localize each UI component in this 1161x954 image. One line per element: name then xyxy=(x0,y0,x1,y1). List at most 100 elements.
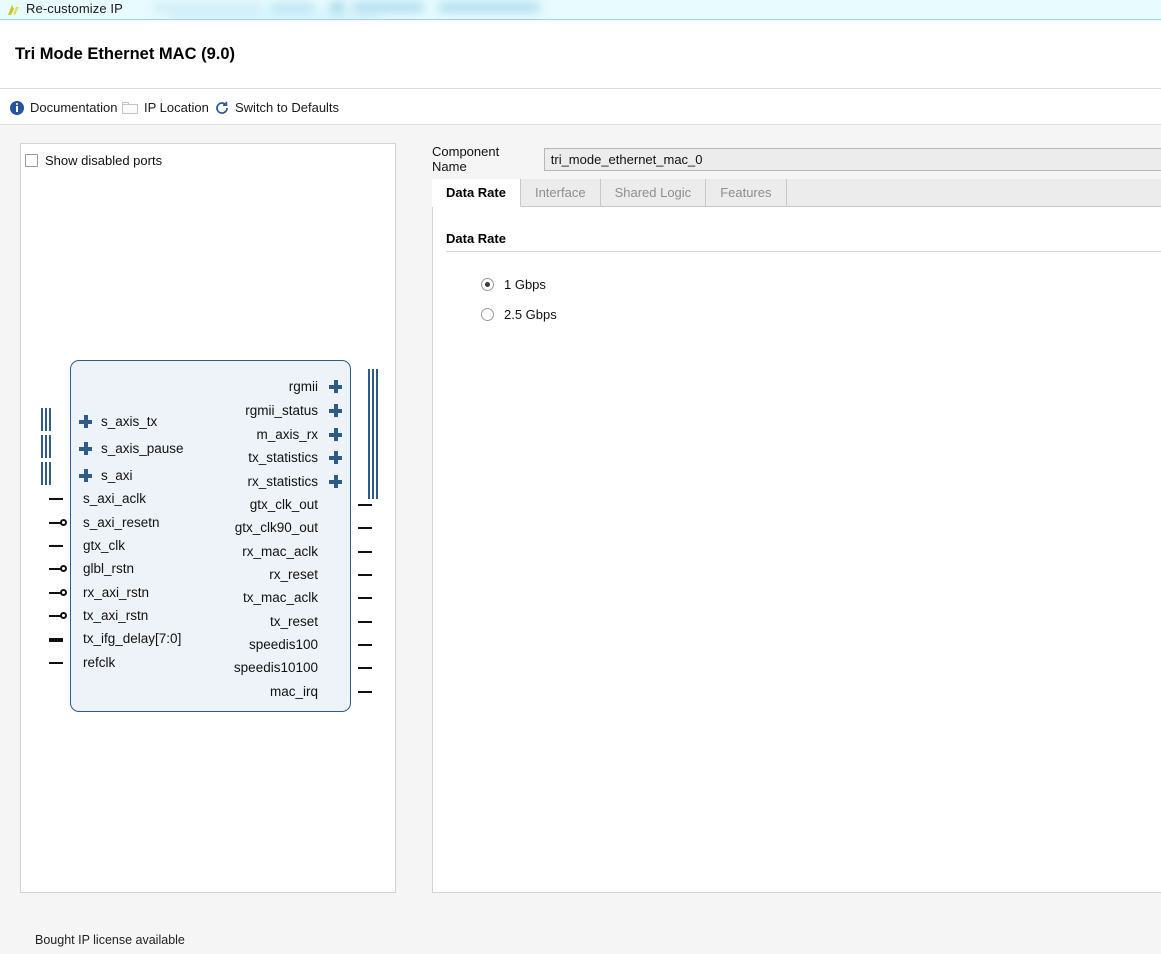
data-rate-tab-pane: Data Rate 1 Gbps 2.5 Gbps xyxy=(432,207,1161,893)
redacted-region xyxy=(168,14,380,19)
active-low-bubble-tx-axi-rstn xyxy=(60,611,67,619)
port-gtx-clk-out: gtx_clk_out xyxy=(249,497,318,512)
section-title-data-rate: Data Rate xyxy=(446,231,506,246)
ip-location-label: IP Location xyxy=(144,100,209,115)
radio-row-1gbps[interactable]: 1 Gbps xyxy=(481,277,546,292)
port-gtx-clk: gtx_clk xyxy=(83,538,126,553)
tab-data-rate[interactable]: Data Rate xyxy=(432,179,521,207)
documentation-button[interactable]: Documentation xyxy=(10,89,117,126)
show-disabled-ports-checkbox[interactable] xyxy=(25,154,38,167)
info-icon xyxy=(10,100,24,115)
radio-row-25gbps[interactable]: 2.5 Gbps xyxy=(481,307,557,322)
port-gtx-clk90-out: gtx_clk90_out xyxy=(234,520,318,535)
bus-connector-s-axis-tx[interactable] xyxy=(41,408,53,431)
port-glbl-rstn: glbl_rstn xyxy=(83,561,135,576)
port-rx-reset: rx_reset xyxy=(269,567,318,582)
port-s-axi: s_axi xyxy=(101,468,133,483)
component-name-label: Component Name xyxy=(432,144,500,174)
show-disabled-ports-label: Show disabled ports xyxy=(45,153,163,168)
window-title-text: Re-customize IP xyxy=(26,1,123,16)
radio-1gbps[interactable] xyxy=(481,278,494,291)
vivado-logo-icon xyxy=(6,2,22,18)
ip-symbol-panel: Show disabled ports s_axis_tx s_axis_pau… xyxy=(20,143,396,893)
port-mac-irq: mac_irq xyxy=(269,684,318,699)
tab-bar: Data Rate Interface Shared Logic Feature… xyxy=(432,179,1161,207)
port-tx-ifg-delay: tx_ifg_delay[7:0] xyxy=(83,631,182,646)
redacted-region xyxy=(438,2,540,13)
wire-speedis100 xyxy=(358,644,372,646)
toolbar: Documentation IP Location Switch to Defa… xyxy=(0,88,1161,125)
expand-m-axis-rx-icon[interactable] xyxy=(329,428,342,441)
port-refclk: refclk xyxy=(83,655,116,670)
active-low-bubble-s-axi-resetn xyxy=(60,518,67,526)
port-s-axi-resetn: s_axi_resetn xyxy=(83,515,160,530)
expand-rx-statistics-icon[interactable] xyxy=(329,475,342,488)
tab-shared-logic[interactable]: Shared Logic xyxy=(601,179,707,206)
component-name-input[interactable]: tri_mode_ethernet_mac_0 xyxy=(543,147,1161,171)
folder-icon xyxy=(122,101,138,114)
wire-refclk xyxy=(49,662,63,664)
ip-block-symbol: s_axis_tx s_axis_pause s_axi s_axi_aclk … xyxy=(41,360,380,712)
switch-to-defaults-button[interactable]: Switch to Defaults xyxy=(215,89,339,126)
port-s-axis-tx: s_axis_tx xyxy=(101,414,158,429)
port-rgmii: rgmii xyxy=(288,379,318,394)
redacted-region xyxy=(270,3,315,13)
redacted-region xyxy=(352,2,424,13)
wire-rx-reset xyxy=(358,574,372,576)
wire-gtx-clk-out xyxy=(358,504,372,506)
page-title: Tri Mode Ethernet MAC (9.0) xyxy=(15,45,236,63)
redacted-region xyxy=(330,1,344,14)
tab-interface[interactable]: Interface xyxy=(521,179,601,206)
bus-connector-rx-statistics[interactable] xyxy=(368,473,380,499)
port-speedis100: speedis100 xyxy=(248,637,318,652)
wire-tx-ifg-delay xyxy=(49,638,63,642)
bus-connector-rgmii-status[interactable] xyxy=(368,395,380,421)
wire-gtx-clk90-out xyxy=(358,527,372,529)
port-s-axi-aclk: s_axi_aclk xyxy=(83,491,147,506)
wire-gtx-clk xyxy=(49,545,63,547)
port-rgmii-status: rgmii_status xyxy=(245,403,318,418)
wire-s-axi-aclk xyxy=(49,498,63,500)
port-s-axis-pause: s_axis_pause xyxy=(101,441,184,456)
wire-speedis10100 xyxy=(358,667,372,669)
tab-features[interactable]: Features xyxy=(706,179,787,206)
bus-connector-s-axis-pause[interactable] xyxy=(41,435,53,458)
bus-connector-s-axi[interactable] xyxy=(41,462,53,485)
bus-connector-rgmii[interactable] xyxy=(368,369,380,395)
ip-location-button[interactable]: IP Location xyxy=(122,89,209,126)
port-tx-axi-rstn: tx_axi_rstn xyxy=(83,608,149,623)
port-rx-statistics: rx_statistics xyxy=(247,474,318,489)
port-speedis10100: speedis10100 xyxy=(233,660,318,675)
port-rx-mac-aclk: rx_mac_aclk xyxy=(242,544,318,559)
expand-rgmii-status-icon[interactable] xyxy=(329,404,342,417)
config-panel: Component Name tri_mode_ethernet_mac_0 D… xyxy=(432,143,1161,893)
section-divider xyxy=(446,251,1161,252)
bus-connector-tx-statistics[interactable] xyxy=(368,447,380,473)
redacted-region xyxy=(152,2,262,14)
switch-to-defaults-label: Switch to Defaults xyxy=(235,100,340,115)
wire-tx-reset xyxy=(358,621,372,623)
expand-s-axis-pause-icon[interactable] xyxy=(79,442,92,455)
show-disabled-ports-row[interactable]: Show disabled ports xyxy=(25,153,162,168)
license-status-text: Bought IP license available xyxy=(35,933,185,947)
expand-tx-statistics-icon[interactable] xyxy=(329,451,342,464)
wire-rx-mac-aclk xyxy=(358,551,372,553)
wire-tx-mac-aclk xyxy=(358,597,372,599)
documentation-label: Documentation xyxy=(30,100,118,115)
component-name-row: Component Name tri_mode_ethernet_mac_0 xyxy=(432,144,1161,174)
radio-25gbps[interactable] xyxy=(481,308,494,321)
refresh-icon xyxy=(215,101,229,115)
radio-1gbps-label: 1 Gbps xyxy=(504,277,546,292)
bus-connector-m-axis-rx[interactable] xyxy=(368,421,380,447)
expand-s-axis-tx-icon[interactable] xyxy=(79,415,92,428)
active-low-bubble-glbl-rstn xyxy=(60,564,67,572)
port-tx-mac-aclk: tx_mac_aclk xyxy=(242,590,318,605)
expand-rgmii-icon[interactable] xyxy=(329,380,342,393)
expand-s-axi-icon[interactable] xyxy=(79,469,92,482)
wire-mac-irq xyxy=(358,691,372,693)
dialog-header: Tri Mode Ethernet MAC (9.0) xyxy=(0,21,1161,88)
window-title-bar: Re-customize IP xyxy=(0,0,1161,20)
port-rx-axi-rstn: rx_axi_rstn xyxy=(83,585,150,600)
port-tx-statistics: tx_statistics xyxy=(248,450,318,465)
port-tx-reset: tx_reset xyxy=(269,614,318,629)
